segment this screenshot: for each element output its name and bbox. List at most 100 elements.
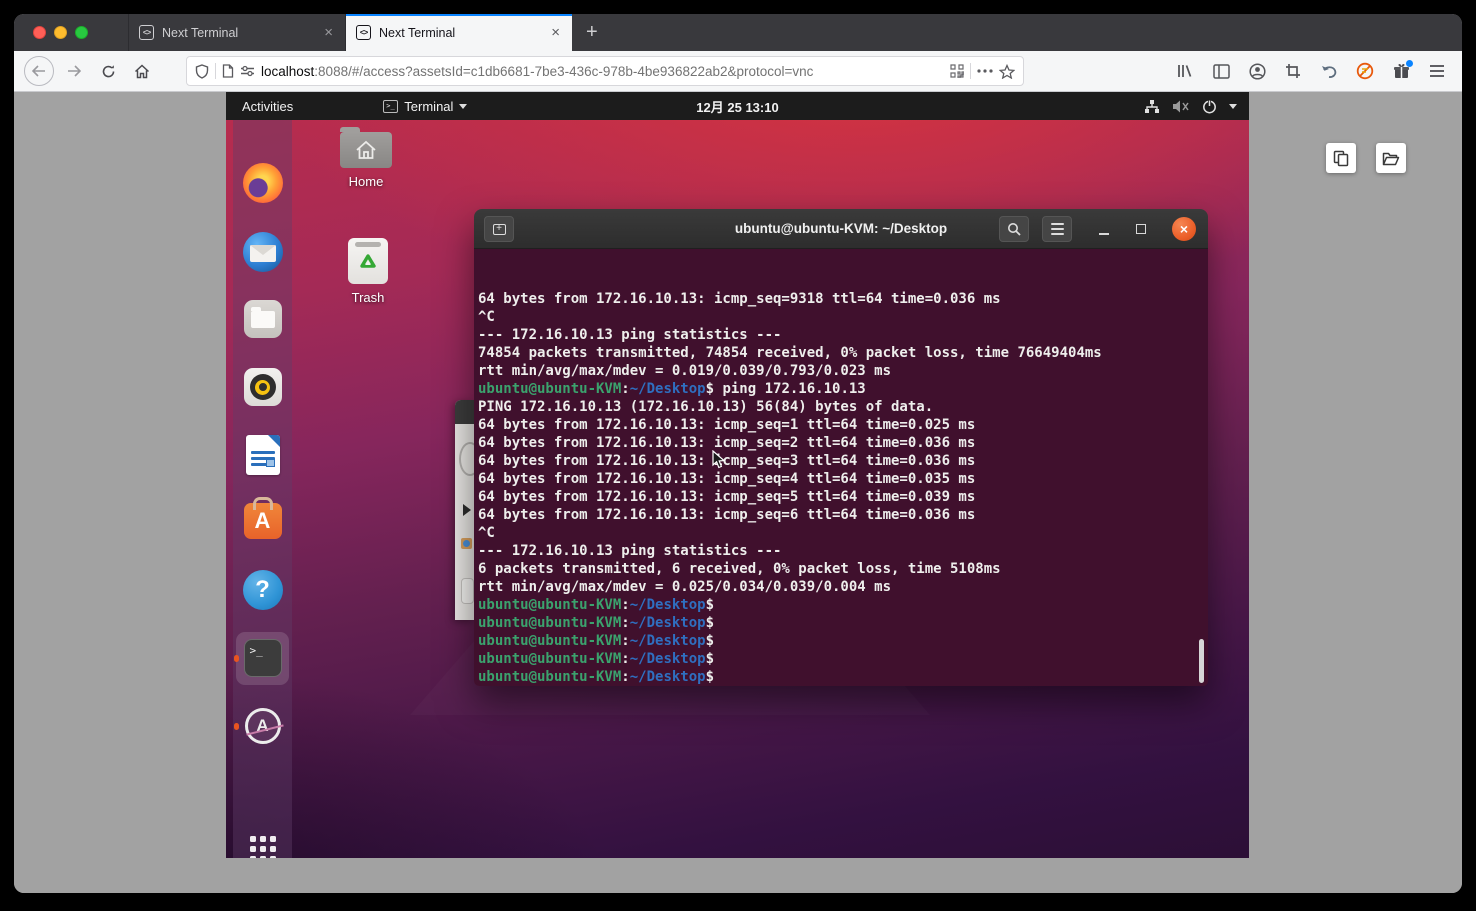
dock-item-libreoffice-writer[interactable] [233,435,292,475]
account-icon[interactable] [1244,58,1270,84]
bookmark-star-icon[interactable] [999,64,1015,79]
terminal-line: PING 172.16.10.13 (172.16.10.13) 56(84) … [478,398,1204,416]
page-icon [222,64,234,78]
open-folder-icon [1382,151,1400,166]
terminal-line: --- 172.16.10.13 ping statistics --- [478,326,1204,344]
app-menu-terminal[interactable]: >_ Terminal [383,99,467,114]
undo-icon[interactable] [1316,58,1342,84]
home-button[interactable] [128,57,156,85]
qr-code-icon[interactable] [950,64,964,78]
terminal-maximize-button[interactable] [1136,224,1146,234]
browser-toolbar: localhost:8088/#/access?assetsId=c1db668… [14,51,1462,92]
terminal-line: ubuntu@ubuntu-KVM:~/Desktop$ [478,632,1204,650]
terminal-menu-button[interactable] [1042,216,1072,242]
terminal-line: 6 packets transmitted, 6 received, 0% pa… [478,560,1204,578]
dock-item-app-a[interactable]: A [233,708,292,744]
terminal-minimize-button[interactable] [1096,217,1112,241]
trash-icon [348,238,388,284]
back-button[interactable] [24,56,54,86]
terminal-mini-icon: >_ [383,100,398,113]
terminal-new-tab-button[interactable]: + [484,216,514,242]
zoom-window-button[interactable] [75,26,88,39]
terminal-line: rtt min/avg/max/mdev = 0.019/0.039/0.793… [478,362,1204,380]
file-manager-button[interactable] [1376,143,1406,173]
volume-muted-icon [1172,99,1190,114]
reload-button[interactable] [94,57,122,85]
terminal-titlebar[interactable]: + ubuntu@ubuntu-KVM: ~/Desktop × [474,209,1208,249]
terminal-search-button[interactable] [999,216,1029,242]
tab-close-icon[interactable]: × [322,25,335,40]
desktop-icon-home[interactable]: Home [330,132,402,189]
ubuntu-top-bar: Activities >_ Terminal 12月 25 13:10 [226,92,1249,120]
toolbar-icons [1172,58,1452,84]
traffic-lights [14,14,128,51]
clock[interactable]: 12月 25 13:10 [226,97,1249,116]
next-terminal-favicon: <> [356,25,371,40]
home-icon [134,64,150,79]
menu-icon[interactable] [1424,58,1450,84]
hamburger-menu-icon [1051,228,1064,230]
vnc-canvas[interactable]: Activities >_ Terminal 12月 25 13:10 [226,92,1249,858]
terminal-line: 64 bytes from 172.16.10.13: icmp_seq=2 t… [478,434,1204,452]
dock-item-files[interactable] [233,300,292,338]
url-path: :8088/#/access?assetsId=c1db6681-7be3-43… [314,64,813,79]
show-applications-button[interactable] [233,836,292,858]
libreoffice-writer-icon [246,435,280,475]
forward-button[interactable] [60,57,88,85]
minimize-window-button[interactable] [54,26,67,39]
terminal-line: ^C [478,308,1204,326]
dock-item-thunderbird[interactable] [233,232,292,272]
tab-close-icon[interactable]: × [549,25,562,40]
tab-next-terminal-2[interactable]: <> Next Terminal × [346,14,572,51]
terminal-line: 64 bytes from 172.16.10.13: icmp_seq=5 t… [478,488,1204,506]
mouse-cursor [712,450,725,469]
running-indicator [234,655,239,662]
terminal-line: ubuntu@ubuntu-KVM:~/Desktop$ [478,668,1204,686]
dock: A ? >_ A [233,120,292,858]
library-icon[interactable] [1172,58,1198,84]
tab-label: Next Terminal [162,26,314,40]
home-folder-icon [340,132,392,168]
terminal-line: 64 bytes from 172.16.10.13: icmp_seq=931… [478,290,1204,308]
terminal-scrollbar[interactable] [1199,639,1204,683]
desktop-icon-label: Home [330,174,402,189]
minimize-icon [1099,233,1109,235]
clipboard-button[interactable] [1326,143,1356,173]
terminal-line: 74854 packets transmitted, 74854 receive… [478,344,1204,362]
terminal-line: ubuntu@ubuntu-KVM:~/Desktop$ ping 172.16… [478,380,1204,398]
terminal-output[interactable]: 64 bytes from 172.16.10.13: icmp_seq=931… [474,249,1208,686]
page-actions-icon[interactable] [977,69,993,73]
desktop-icon-trash[interactable]: Trash [332,238,404,305]
screenshot-icon[interactable] [1280,58,1306,84]
app-a-icon: A [245,708,281,744]
background-window[interactable] [455,400,474,620]
dock-item-help[interactable]: ? [233,570,292,610]
rhythmbox-icon [244,368,282,406]
shield-icon [195,64,209,79]
gift-icon[interactable] [1388,58,1414,84]
terminal-window[interactable]: + ubuntu@ubuntu-KVM: ~/Desktop × 64 byte… [474,209,1208,686]
noscript-icon[interactable] [1352,58,1378,84]
new-tab-button[interactable]: + [572,14,612,51]
terminal-line: --- 172.16.10.13 ping statistics --- [478,542,1204,560]
url-text: localhost:8088/#/access?assetsId=c1db668… [261,64,944,79]
terminal-line: ^C [478,524,1204,542]
dock-item-firefox[interactable] [233,163,292,203]
tab-next-terminal-1[interactable]: <> Next Terminal × [128,14,346,51]
background-window-titlebar [455,400,474,424]
dock-item-terminal[interactable]: >_ [233,639,292,677]
terminal-close-button[interactable]: × [1172,217,1196,241]
dock-item-ubuntu-software[interactable]: A [233,503,292,539]
close-window-button[interactable] [33,26,46,39]
sidebar-icon[interactable] [1208,58,1234,84]
chevron-down-icon [459,104,467,109]
url-bar[interactable]: localhost:8088/#/access?assetsId=c1db668… [186,56,1024,86]
terminal-line: ubuntu@ubuntu-KVM:~/Desktop$ [478,596,1204,614]
tab-label: Next Terminal [379,26,541,40]
activities-button[interactable]: Activities [226,99,309,114]
browser-window: <> Next Terminal × <> Next Terminal × + [14,14,1462,893]
dock-item-rhythmbox[interactable] [233,368,292,406]
close-icon: × [1180,221,1188,237]
new-tab-icon: + [493,224,506,235]
system-status-area[interactable] [1144,99,1249,114]
